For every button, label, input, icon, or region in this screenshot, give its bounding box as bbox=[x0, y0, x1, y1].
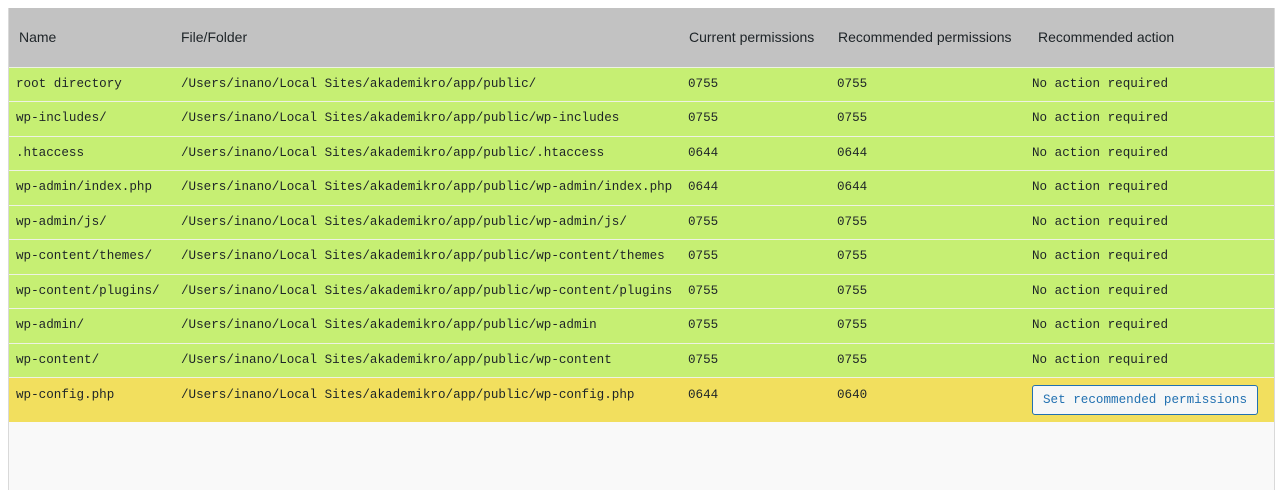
recommended-action-cell: No action required bbox=[1028, 135, 1274, 171]
table-row: wp-content/themes//Users/inano/Local Sit… bbox=[9, 239, 1274, 274]
file-path-cell: /Users/inano/Local Sites/akademikro/app/… bbox=[171, 101, 684, 136]
recommended-permissions-cell: 0755 bbox=[833, 239, 1028, 274]
current-permissions-cell: 0644 bbox=[684, 377, 833, 422]
current-permissions-cell: 0755 bbox=[684, 308, 833, 343]
file-name-cell: wp-admin/ bbox=[9, 308, 171, 343]
recommended-permissions-cell: 0755 bbox=[833, 342, 1028, 378]
file-path-cell: /Users/inano/Local Sites/akademikro/app/… bbox=[171, 135, 684, 171]
recommended-action-cell: No action required bbox=[1028, 342, 1274, 378]
file-name-cell: wp-config.php bbox=[9, 377, 171, 422]
table-row: wp-admin/js//Users/inano/Local Sites/aka… bbox=[9, 204, 1274, 240]
file-path-cell: /Users/inano/Local Sites/akademikro/app/… bbox=[171, 377, 684, 422]
current-permissions-cell: 0755 bbox=[684, 204, 833, 240]
file-name-cell: wp-admin/js/ bbox=[9, 204, 171, 240]
recommended-action-cell: No action required bbox=[1028, 204, 1274, 240]
table-header-row: Name File/Folder Current permissions Rec… bbox=[9, 8, 1274, 67]
file-name-cell: root directory bbox=[9, 66, 171, 102]
file-permissions-table: Name File/Folder Current permissions Rec… bbox=[9, 8, 1274, 422]
recommended-action-cell: No action required bbox=[1028, 101, 1274, 136]
file-name-cell: wp-content/themes/ bbox=[9, 239, 171, 274]
file-path-cell: /Users/inano/Local Sites/akademikro/app/… bbox=[171, 66, 684, 102]
file-name-cell: wp-includes/ bbox=[9, 101, 171, 136]
table-row: wp-content/plugins//Users/inano/Local Si… bbox=[9, 273, 1274, 309]
file-name-cell: .htaccess bbox=[9, 135, 171, 171]
file-path-cell: /Users/inano/Local Sites/akademikro/app/… bbox=[171, 239, 684, 274]
recommended-action-cell: No action required bbox=[1028, 273, 1274, 309]
current-permissions-cell: 0755 bbox=[684, 342, 833, 378]
recommended-permissions-cell: 0755 bbox=[833, 204, 1028, 240]
recommended-action-cell: No action required bbox=[1028, 66, 1274, 102]
table-row: wp-content//Users/inano/Local Sites/akad… bbox=[9, 342, 1274, 378]
recommended-action-cell: No action required bbox=[1028, 170, 1274, 205]
recommended-permissions-cell: 0644 bbox=[833, 170, 1028, 205]
permissions-panel: Name File/Folder Current permissions Rec… bbox=[8, 8, 1275, 490]
file-name-cell: wp-content/plugins/ bbox=[9, 273, 171, 309]
file-name-cell: wp-content/ bbox=[9, 342, 171, 378]
current-permissions-cell: 0755 bbox=[684, 239, 833, 274]
current-permissions-cell: 0755 bbox=[684, 273, 833, 309]
file-path-cell: /Users/inano/Local Sites/akademikro/app/… bbox=[171, 170, 684, 205]
recommended-permissions-cell: 0755 bbox=[833, 308, 1028, 343]
recommended-permissions-cell: 0755 bbox=[833, 101, 1028, 136]
recommended-permissions-cell: 0644 bbox=[833, 135, 1028, 171]
column-header-path: File/Folder bbox=[181, 29, 248, 46]
column-header-current: Current permissions bbox=[689, 29, 815, 46]
table-row: wp-admin//Users/inano/Local Sites/akadem… bbox=[9, 308, 1274, 343]
file-path-cell: /Users/inano/Local Sites/akademikro/app/… bbox=[171, 342, 684, 378]
recommended-permissions-cell: 0755 bbox=[833, 273, 1028, 309]
recommended-action-cell: Set recommended permissions bbox=[1028, 377, 1274, 422]
file-name-cell: wp-admin/index.php bbox=[9, 170, 171, 205]
file-path-cell: /Users/inano/Local Sites/akademikro/app/… bbox=[171, 308, 684, 343]
recommended-action-cell: No action required bbox=[1028, 239, 1274, 274]
current-permissions-cell: 0644 bbox=[684, 135, 833, 171]
column-header-name: Name bbox=[19, 29, 57, 46]
set-recommended-permissions-button[interactable]: Set recommended permissions bbox=[1032, 385, 1259, 415]
recommended-action-cell: No action required bbox=[1028, 308, 1274, 343]
column-header-action: Recommended action bbox=[1038, 29, 1175, 46]
table-row: wp-admin/index.php/Users/inano/Local Sit… bbox=[9, 170, 1274, 205]
table-row: root directory/Users/inano/Local Sites/a… bbox=[9, 66, 1274, 102]
file-path-cell: /Users/inano/Local Sites/akademikro/app/… bbox=[171, 204, 684, 240]
recommended-permissions-cell: 0640 bbox=[833, 377, 1028, 422]
current-permissions-cell: 0755 bbox=[684, 101, 833, 136]
current-permissions-cell: 0644 bbox=[684, 170, 833, 205]
table-row: .htaccess/Users/inano/Local Sites/akadem… bbox=[9, 135, 1274, 171]
column-header-recommended: Recommended permissions bbox=[838, 29, 1012, 46]
current-permissions-cell: 0755 bbox=[684, 66, 833, 102]
recommended-permissions-cell: 0755 bbox=[833, 66, 1028, 102]
table-row: wp-includes//Users/inano/Local Sites/aka… bbox=[9, 101, 1274, 136]
table-row: wp-config.php/Users/inano/Local Sites/ak… bbox=[9, 377, 1274, 422]
file-path-cell: /Users/inano/Local Sites/akademikro/app/… bbox=[171, 273, 684, 309]
